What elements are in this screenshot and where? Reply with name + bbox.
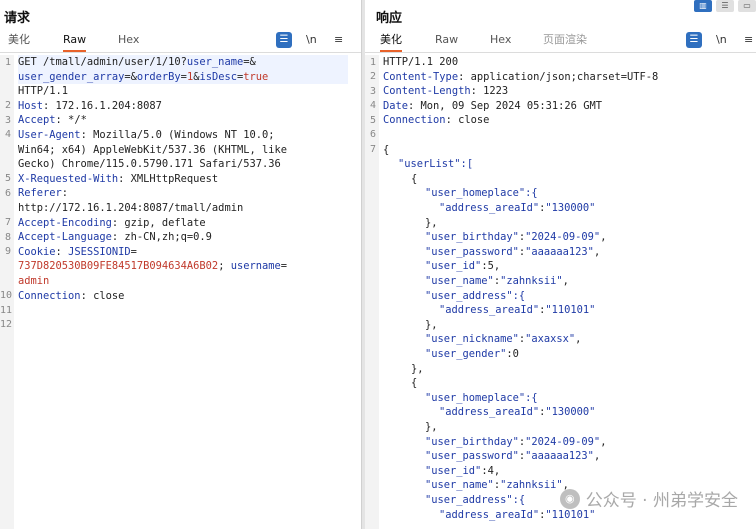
- line-number: 4: [4, 129, 11, 140]
- json-homeplace: "user_homeplace":{: [425, 391, 538, 404]
- json-open-brace: {: [383, 143, 390, 156]
- json-userid: "user_id":5,: [425, 260, 501, 273]
- line-number: 2: [369, 71, 376, 82]
- response-header-date: Date: Mon, 09 Sep 2024 05:31:26 GMT: [383, 99, 602, 112]
- json-username: "user_name":"zahnksii",: [425, 275, 569, 287]
- line-number: 9: [4, 246, 11, 257]
- request-header-connection: Connection: close: [18, 289, 125, 302]
- response-editor[interactable]: 1 2 3 4 5 6 7 HTTP/1.1 200 Content-Type:…: [365, 55, 756, 529]
- divider-line: [0, 52, 361, 53]
- line-number: 6: [4, 188, 11, 199]
- line-number: 3: [369, 86, 376, 97]
- tab-render[interactable]: 页面渲染: [543, 32, 587, 50]
- wrap-toggle-icon[interactable]: ☰: [686, 32, 702, 48]
- json-password: "user_password":"aaaaaa123",: [425, 450, 601, 463]
- request-header-host: Host: 172.16.1.204:8087: [18, 99, 162, 112]
- tab-hex[interactable]: Hex: [490, 32, 511, 50]
- json-birthday: "user_birthday":"2024-09-09",: [425, 435, 607, 448]
- response-pane: ▥ ☰ ▭ 响应 美化 Raw Hex 页面渲染 ☰ \n ≡ 1 2 3 4 …: [365, 0, 756, 529]
- request-header-x-requested-with: X-Requested-With: XMLHttpRequest: [18, 172, 219, 185]
- json-close: },: [425, 318, 438, 331]
- tab-raw[interactable]: Raw: [63, 32, 87, 52]
- line-number: 1: [4, 57, 11, 68]
- wechat-icon: ◉: [559, 488, 580, 509]
- watermark: ◉ 公众号 · 州弟学安全: [559, 486, 738, 511]
- wrap-toggle-icon[interactable]: ☰: [276, 32, 292, 48]
- json-close: },: [425, 216, 438, 229]
- line-number: 7: [4, 217, 11, 228]
- request-header-user-agent: User-Agent: Mozilla/5.0 (Windows NT 10.0…: [18, 129, 275, 141]
- request-header-user-agent-cont2: Gecko) Chrome/115.0.5790.171 Safari/537.…: [18, 158, 281, 171]
- line-number: 5: [369, 115, 376, 126]
- line-number: 4: [369, 100, 376, 111]
- request-line-1-cont: user_gender_array=&orderBy=1&isDesc=true: [18, 69, 348, 85]
- request-line-1-version: HTTP/1.1: [18, 85, 69, 98]
- json-nickname: "user_nickname":"axaxsx",: [425, 333, 582, 346]
- line-number: 2: [4, 100, 11, 111]
- tab-hex[interactable]: Hex: [118, 32, 139, 50]
- newline-toggle[interactable]: \n: [306, 32, 317, 48]
- json-gender: "user_gender":0: [425, 348, 519, 360]
- json-user-open: {: [411, 377, 418, 390]
- json-area: "address_areaId":"110101": [439, 304, 596, 317]
- request-header-cookie: Cookie: JSESSIONID=: [18, 245, 137, 258]
- layout-split-icon[interactable]: ▥: [694, 0, 712, 12]
- json-homeplace: "user_homeplace":{: [425, 187, 538, 200]
- request-editor[interactable]: 1 2 3 4 5 6 7 8 9 10 11 12 GET /tmall/ad…: [0, 55, 361, 529]
- request-header-cookie-cont2: admin: [18, 275, 50, 287]
- line-number: 6: [369, 129, 376, 140]
- json-address: "user_address":{: [425, 289, 526, 302]
- request-header-referer: Referer:: [18, 187, 69, 200]
- line-number: 12: [0, 319, 13, 330]
- divider-line: [365, 52, 756, 53]
- line-number: 3: [4, 115, 11, 126]
- line-number: 5: [4, 173, 11, 184]
- line-number: 7: [369, 144, 376, 155]
- response-header-content-length: Content-Length: 1223: [383, 85, 509, 98]
- watermark-text: 公众号 · 州弟学安全: [585, 491, 738, 511]
- tab-raw[interactable]: Raw: [435, 32, 458, 50]
- menu-icon[interactable]: ≡: [744, 32, 753, 48]
- response-header-content-type: Content-Type: application/json;charset=U…: [383, 70, 659, 83]
- json-password: "user_password":"aaaaaa123",: [425, 245, 601, 258]
- json-userlist-key: "userList":[: [398, 158, 474, 171]
- request-title: 请求: [4, 11, 31, 26]
- layout-single-icon[interactable]: ▭: [738, 0, 756, 12]
- json-user-close: },: [411, 362, 424, 375]
- request-header-accept-encoding: Accept-Encoding: gzip, deflate: [18, 216, 206, 229]
- response-title: 响应: [376, 11, 403, 26]
- tab-pretty[interactable]: 美化: [380, 32, 402, 52]
- tab-pretty[interactable]: 美化: [8, 32, 30, 50]
- request-header-referer-value: http://172.16.1.204:8087/tmall/admin: [18, 202, 244, 214]
- response-status-line: HTTP/1.1 200: [383, 56, 459, 68]
- json-user-open: {: [411, 172, 418, 185]
- line-number: 10: [0, 290, 13, 301]
- line-number: 8: [4, 232, 11, 243]
- json-userid: "user_id":4,: [425, 464, 501, 477]
- json-area: "address_areaId":"130000": [439, 202, 596, 214]
- layout-horizontal-icon[interactable]: ☰: [716, 0, 734, 12]
- request-header-accept-language: Accept-Language: zh-CN,zh;q=0.9: [18, 231, 212, 244]
- request-line-1: GET /tmall/admin/user/1/10?user_name=&: [18, 55, 348, 70]
- request-pane: 请求 美化 Raw Hex ☰ \n ≡ 1 2 3 4 5 6 7 8 9 1…: [0, 0, 361, 529]
- request-header-user-agent-cont: Win64; x64) AppleWebKit/537.36 (KHTML, l…: [18, 143, 287, 156]
- json-username: "user_name":"zahnksii",: [425, 479, 569, 492]
- line-number: 11: [0, 305, 13, 316]
- menu-icon[interactable]: ≡: [334, 32, 343, 48]
- json-address: "user_address":{: [425, 494, 526, 506]
- json-close: },: [425, 421, 438, 433]
- line-gutter: [365, 55, 379, 529]
- newline-toggle[interactable]: \n: [716, 32, 727, 48]
- json-area: "address_areaId":"130000": [439, 406, 596, 419]
- request-header-cookie-cont: 737D820530B09FE84517B094634A6B02; userna…: [18, 260, 288, 273]
- request-header-accept: Accept: */*: [18, 114, 87, 127]
- json-birthday: "user_birthday":"2024-09-09",: [425, 231, 607, 244]
- response-header-connection: Connection: close: [383, 114, 490, 127]
- line-number: 1: [369, 57, 376, 68]
